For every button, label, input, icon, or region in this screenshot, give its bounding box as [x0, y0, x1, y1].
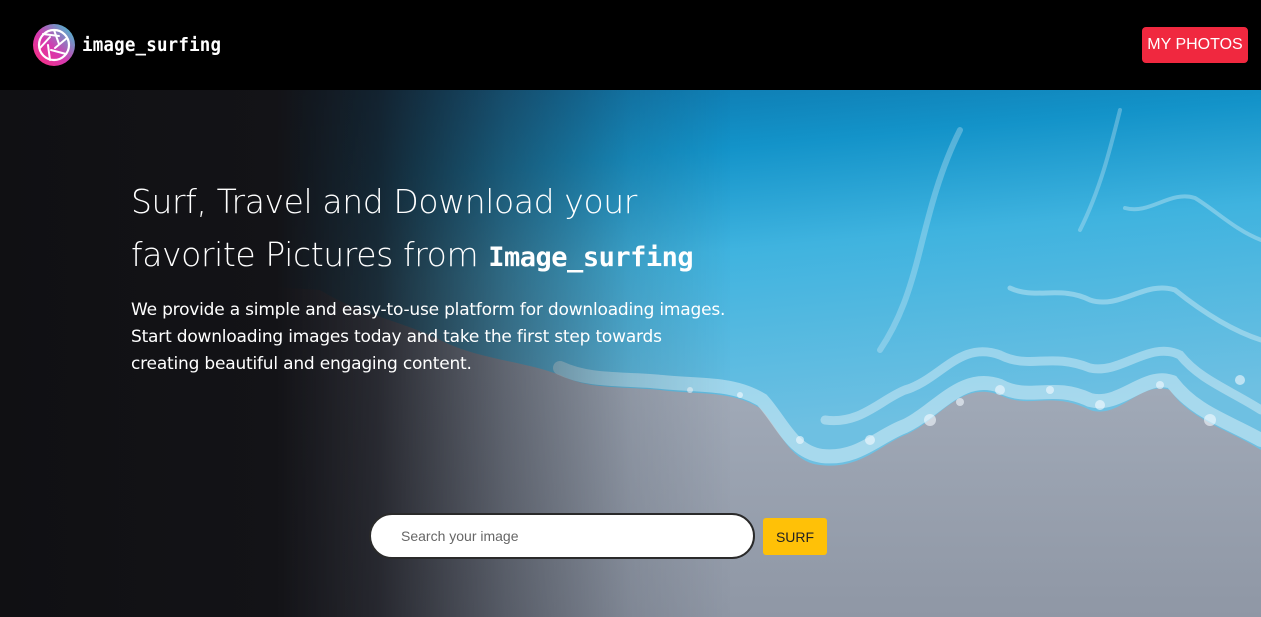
hero-description: We provide a simple and easy-to-use plat…: [131, 300, 726, 374]
hero-headline: Surf, Travel and Download your favorite …: [131, 175, 771, 284]
surf-button[interactable]: SURF: [763, 518, 827, 555]
logo-text: image_surfing: [82, 34, 222, 56]
my-photos-button[interactable]: MY PHOTOS: [1142, 27, 1248, 63]
search-input[interactable]: [369, 513, 755, 559]
camera-aperture-icon: [33, 24, 75, 66]
hero-section: Surf, Travel and Download your favorite …: [0, 90, 1261, 617]
headline-brand: Image_surfing: [488, 242, 694, 273]
top-navbar: image_surfing MY PHOTOS: [0, 0, 1261, 90]
brand-logo[interactable]: image_surfing: [32, 23, 233, 67]
